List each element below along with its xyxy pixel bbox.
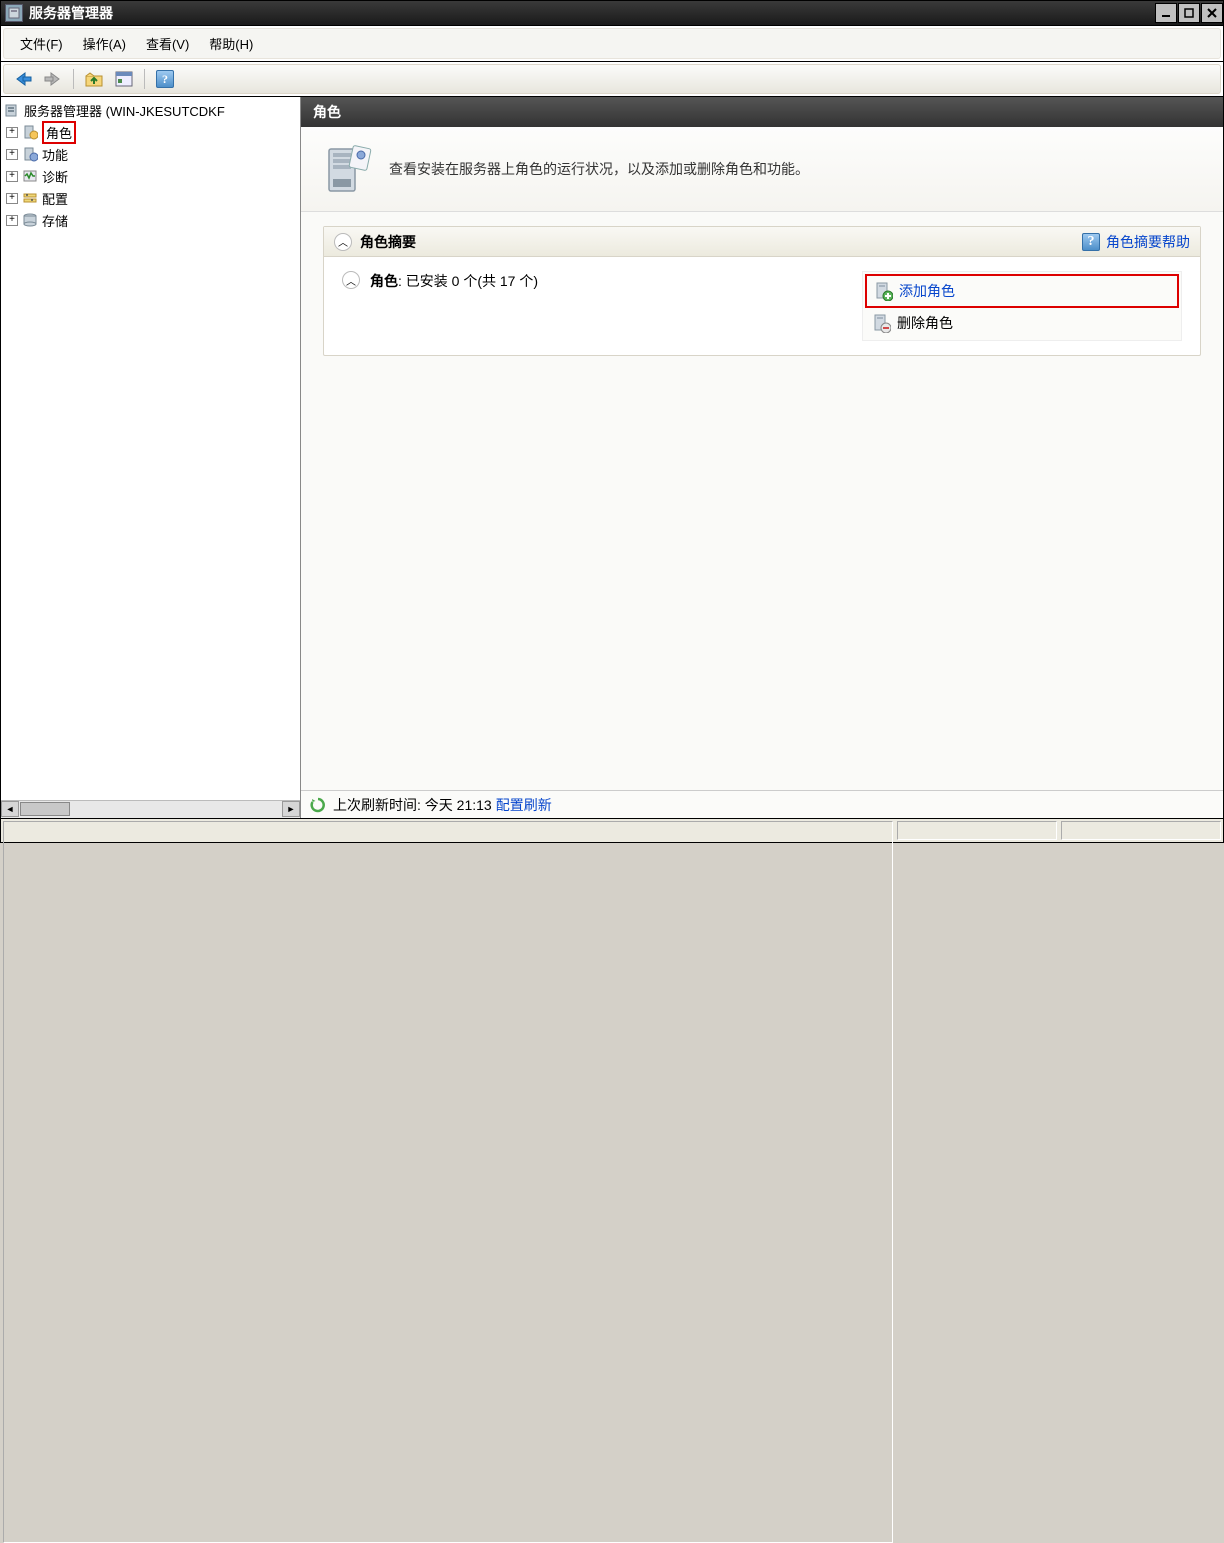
tree-label-diagnostics: 诊断 <box>42 167 68 186</box>
horizontal-scrollbar[interactable]: ◄ ► <box>1 800 300 818</box>
maximize-button[interactable] <box>1178 3 1200 23</box>
roles-count: 角色: 已安装 0 个(共 17 个) <box>370 271 538 291</box>
summary-title: 角色摘要 <box>360 232 416 252</box>
collapse-button[interactable]: ︿ <box>334 233 352 251</box>
expand-icon[interactable]: + <box>6 193 18 204</box>
diagnostics-icon <box>21 167 39 185</box>
add-role-icon <box>873 281 893 301</box>
window-title: 服务器管理器 <box>27 3 1154 23</box>
expand-icon[interactable]: + <box>6 127 18 138</box>
minimize-button[interactable] <box>1155 3 1177 23</box>
app-icon <box>5 4 23 22</box>
menu-action[interactable]: 操作(A) <box>73 31 136 56</box>
tree-pane: 服务器管理器 (WIN-JKESUTCDKF + 角色 + 功能 + 诊断 + … <box>1 97 301 818</box>
tree-item-roles[interactable]: + 角色 <box>3 121 298 143</box>
toolbar: ? <box>0 62 1224 97</box>
tree-item-features[interactable]: + 功能 <box>3 143 298 165</box>
content-pane: 角色 查看安装在服务器上角色的运行状况，以及添加或删除角色和功能。 <box>301 97 1223 818</box>
server-icon <box>3 101 21 119</box>
help-button[interactable]: ? <box>152 67 178 91</box>
scroll-right-button[interactable]: ► <box>282 801 300 817</box>
status-cell-2 <box>1061 821 1221 840</box>
content-header: 角色 <box>301 97 1223 127</box>
summary-body: ︿ 角色: 已安装 0 个(共 17 个) 添加角色 <box>324 257 1200 355</box>
help-icon: ? <box>1082 233 1100 251</box>
expand-icon[interactable]: + <box>6 171 18 182</box>
properties-button[interactable] <box>111 67 137 91</box>
tree-root[interactable]: 服务器管理器 (WIN-JKESUTCDKF <box>3 99 298 121</box>
tree-root-label: 服务器管理器 (WIN-JKESUTCDKF <box>24 101 225 120</box>
content-body: 查看安装在服务器上角色的运行状况，以及添加或删除角色和功能。 ︿ 角色摘要 ? … <box>301 127 1223 818</box>
tree-label-roles: 角色 <box>42 121 76 144</box>
tree-body[interactable]: 服务器管理器 (WIN-JKESUTCDKF + 角色 + 功能 + 诊断 + … <box>1 97 300 800</box>
status-cell-1 <box>897 821 1057 840</box>
banner-server-icon <box>319 141 375 197</box>
config-icon <box>21 189 39 207</box>
status-main <box>3 821 893 1543</box>
add-role-link[interactable]: 添加角色 <box>865 274 1179 308</box>
roles-count-text: 已安装 0 个(共 17 个) <box>406 273 538 289</box>
scroll-thumb[interactable] <box>20 802 70 816</box>
toolbar-separator <box>73 69 74 89</box>
tree-label-features: 功能 <box>42 145 68 164</box>
tree-item-storage[interactable]: + 存储 <box>3 209 298 231</box>
tree-item-diagnostics[interactable]: + 诊断 <box>3 165 298 187</box>
toolbar-separator-2 <box>144 69 145 89</box>
actions-panel: 添加角色 删除角色 <box>862 271 1182 341</box>
banner: 查看安装在服务器上角色的运行状况，以及添加或删除角色和功能。 <box>301 127 1223 212</box>
menu-help[interactable]: 帮助(H) <box>199 31 263 56</box>
back-button[interactable] <box>10 67 36 91</box>
status-bar <box>0 819 1224 843</box>
content-footer: 上次刷新时间: 今天 21:13 配置刷新 <box>301 790 1223 818</box>
menu-view[interactable]: 查看(V) <box>136 31 199 56</box>
refresh-icon <box>309 796 327 814</box>
features-icon <box>21 145 39 163</box>
footer-label: 上次刷新时间: <box>333 795 421 815</box>
sub-collapse-button[interactable]: ︿ <box>342 271 360 289</box>
summary-section: ︿ 角色摘要 ? 角色摘要帮助 ︿ 角色: 已安装 0 个(共 17 个) <box>323 226 1201 356</box>
forward-button[interactable] <box>40 67 66 91</box>
menu-bar: 文件(F) 操作(A) 查看(V) 帮助(H) <box>0 26 1224 62</box>
title-bar: 服务器管理器 <box>0 0 1224 26</box>
tree-label-config: 配置 <box>42 189 68 208</box>
tree-item-config[interactable]: + 配置 <box>3 187 298 209</box>
main-area: 服务器管理器 (WIN-JKESUTCDKF + 角色 + 功能 + 诊断 + … <box>0 97 1224 819</box>
add-role-label: 添加角色 <box>899 281 955 301</box>
menu-file[interactable]: 文件(F) <box>10 31 73 56</box>
expand-icon[interactable]: + <box>6 149 18 160</box>
summary-header: ︿ 角色摘要 ? 角色摘要帮助 <box>324 227 1200 257</box>
remove-role-link[interactable]: 删除角色 <box>865 308 1179 338</box>
summary-help-link[interactable]: ? 角色摘要帮助 <box>1082 232 1190 252</box>
footer-time: 今天 21:13 <box>425 795 492 815</box>
footer-config-link[interactable]: 配置刷新 <box>496 795 552 815</box>
scroll-left-button[interactable]: ◄ <box>1 801 19 817</box>
roles-icon <box>21 123 39 141</box>
close-button[interactable] <box>1201 3 1223 23</box>
remove-role-icon <box>871 313 891 333</box>
roles-count-label: 角色 <box>370 273 398 289</box>
up-folder-button[interactable] <box>81 67 107 91</box>
window-controls <box>1154 3 1223 23</box>
banner-text: 查看安装在服务器上角色的运行状况，以及添加或删除角色和功能。 <box>389 159 809 179</box>
help-icon: ? <box>156 70 174 88</box>
remove-role-label: 删除角色 <box>897 313 953 333</box>
summary-help-label: 角色摘要帮助 <box>1106 232 1190 252</box>
tree-label-storage: 存储 <box>42 211 68 230</box>
storage-icon <box>21 211 39 229</box>
scroll-track[interactable] <box>19 801 282 818</box>
expand-icon[interactable]: + <box>6 215 18 226</box>
